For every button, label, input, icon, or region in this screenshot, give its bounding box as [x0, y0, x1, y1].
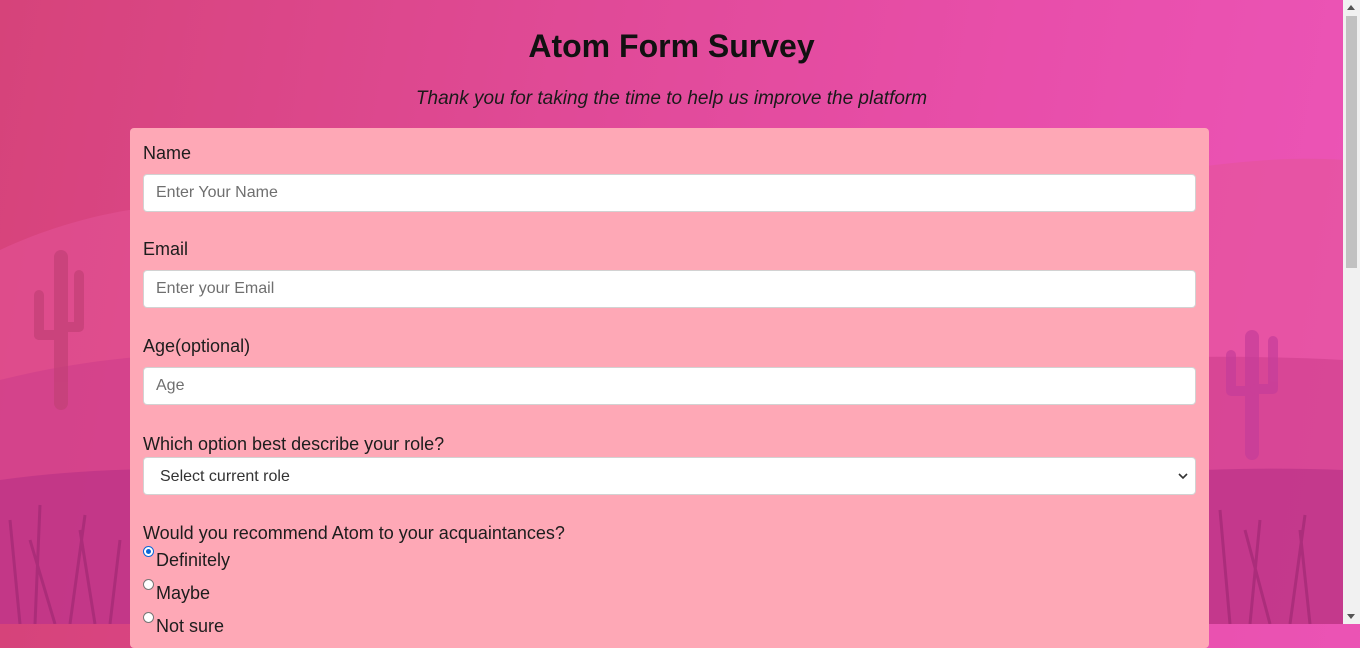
role-label: Which option best describe your role?: [143, 434, 445, 454]
radio-button[interactable]: [143, 612, 154, 623]
radio-label: Not sure: [156, 616, 225, 636]
recommend-label: Would you recommend Atom to your acquain…: [143, 523, 565, 543]
name-input[interactable]: [143, 174, 1196, 212]
page-viewport: Atom Form Survey Thank you for taking th…: [0, 0, 1343, 648]
chevron-down-icon: [1178, 473, 1188, 480]
scroll-up-icon[interactable]: [1347, 5, 1355, 10]
radio-button[interactable]: [143, 546, 154, 557]
vertical-scrollbar[interactable]: [1343, 0, 1360, 624]
radio-label: Maybe: [156, 583, 211, 603]
scroll-down-icon[interactable]: [1347, 614, 1355, 619]
name-label: Name: [143, 143, 192, 163]
page-title: Atom Form Survey: [528, 28, 815, 64]
radio-button[interactable]: [143, 579, 154, 590]
email-input[interactable]: [143, 270, 1196, 308]
page-subtitle: Thank you for taking the time to help us…: [415, 88, 928, 109]
age-label: Age(optional): [143, 336, 251, 356]
role-select[interactable]: Select current role: [143, 457, 1196, 495]
age-input[interactable]: [143, 367, 1196, 405]
email-label: Email: [143, 239, 189, 259]
radio-label: Definitely: [156, 550, 231, 570]
survey-form: Name Email Age(optional) Which option be…: [130, 128, 1209, 648]
role-select-value: Select current role: [160, 468, 290, 485]
scrollbar-thumb[interactable]: [1346, 16, 1357, 268]
